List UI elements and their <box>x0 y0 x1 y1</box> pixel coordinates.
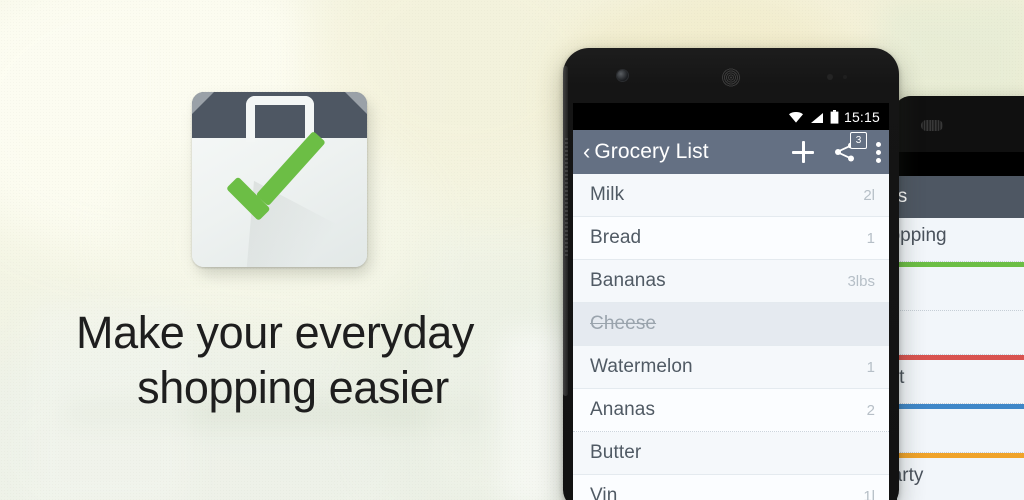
grocery-list-rows: Milk 2l Bread 1 Bananas 3lbs Cheese Watermelon 1… <box>573 174 889 500</box>
share-count-badge: 3 <box>850 132 867 149</box>
bag-handle <box>245 96 314 142</box>
share-button[interactable]: 3 <box>834 132 867 163</box>
phone-secondary-list-item[interactable] <box>897 267 1024 311</box>
grocery-item-name: Vin <box>590 485 618 500</box>
phone-secondary-list-item[interactable]: ket <box>897 360 1024 404</box>
phone-secondary-list-item[interactable]: hopping <box>897 218 1024 262</box>
grocery-item-quantity: 1l <box>863 487 875 500</box>
grocery-list-item[interactable]: Milk 2l <box>573 174 889 217</box>
grocery-list-item[interactable]: Butter <box>573 432 889 475</box>
grocery-list: Milk 2l Bread 1 Bananas 3lbs Cheese Watermelon 1… <box>573 174 889 500</box>
grocery-list-item[interactable]: Ananas 2 <box>573 389 889 432</box>
grocery-item-name: Butter <box>590 442 642 463</box>
phone-secondary-item-label: hopping <box>897 225 947 246</box>
add-item-button[interactable] <box>792 141 814 163</box>
grocery-list-item[interactable]: Bananas 3lbs <box>573 260 889 303</box>
back-icon[interactable]: ‹ <box>583 141 590 163</box>
page-title: Make your everyday shopping easier <box>76 306 546 416</box>
grocery-item-quantity: 1 <box>866 229 875 247</box>
grocery-list-item[interactable]: Cheese <box>573 303 889 346</box>
phone-secondary-list: hopping ist ket Party <box>897 218 1024 500</box>
phone-secondary-item-label: Party <box>897 465 924 486</box>
grocery-item-name: Watermelon <box>590 356 693 377</box>
grocery-item-quantity: 1 <box>866 358 875 376</box>
toolbar-actions: 3 <box>792 130 881 174</box>
phone-secondary-bezel <box>893 96 1024 152</box>
earpiece-icon <box>721 68 741 87</box>
wifi-icon <box>788 111 804 123</box>
grocery-item-name: Cheese <box>590 313 657 334</box>
phone-top-bezel <box>563 48 899 103</box>
grocery-item-name: Milk <box>590 184 625 205</box>
phone-volume-rocker[interactable] <box>565 138 568 258</box>
phone-screen: 15:15 ‹ Grocery List 3 Milk 2l Bread 1 B… <box>573 103 889 500</box>
grocery-item-quantity: 3lbs <box>847 272 875 290</box>
grocery-list-item[interactable]: Watermelon 1 <box>573 346 889 389</box>
promo-banner: Make your everyday shopping easier sts h… <box>0 0 1024 500</box>
grocery-item-quantity: 2 <box>866 401 875 419</box>
shopping-bag-check-icon <box>192 92 371 275</box>
phone-secondary-toolbar: sts <box>897 176 1024 218</box>
grocery-list-item[interactable]: Vin 1l <box>573 475 889 500</box>
green-check-mark <box>225 130 334 224</box>
phone-secondary-screen: sts hopping ist ket Party <box>897 176 1024 500</box>
proximity-sensor-icon <box>827 74 833 80</box>
overflow-menu-button[interactable] <box>876 141 881 163</box>
bag-fold-left <box>192 92 214 114</box>
phone-secondary: sts hopping ist ket Party <box>893 96 1024 500</box>
app-icon-bag <box>192 92 367 267</box>
toolbar-title: Grocery List <box>594 140 709 163</box>
statusbar: 15:15 <box>573 103 889 130</box>
battery-icon <box>830 109 839 124</box>
bag-fold-right <box>345 92 367 114</box>
phone-secondary-list-item[interactable] <box>897 409 1024 453</box>
headline-line-1: Make your everyday <box>76 307 474 358</box>
phone-primary: 15:15 ‹ Grocery List 3 Milk 2l Bread 1 B… <box>563 48 899 500</box>
grocery-item-name: Bananas <box>590 270 666 291</box>
grocery-item-quantity: 2l <box>863 186 875 204</box>
signal-icon <box>810 111 824 123</box>
grocery-item-name: Bread <box>590 227 642 248</box>
headline-line-2: shopping easier <box>137 361 449 413</box>
light-sensor-icon <box>843 75 847 79</box>
grocery-item-name: Ananas <box>590 399 656 420</box>
front-camera-icon <box>617 70 628 81</box>
grocery-list-item[interactable]: Bread 1 <box>573 217 889 260</box>
app-toolbar: ‹ Grocery List 3 <box>573 130 889 174</box>
phone-secondary-list-item[interactable]: ist <box>897 311 1024 355</box>
earpiece-icon <box>921 120 943 131</box>
phone-secondary-statusbar <box>897 152 1024 176</box>
statusbar-clock: 15:15 <box>843 108 880 125</box>
phone-secondary-list-item[interactable]: Party <box>897 458 1024 500</box>
